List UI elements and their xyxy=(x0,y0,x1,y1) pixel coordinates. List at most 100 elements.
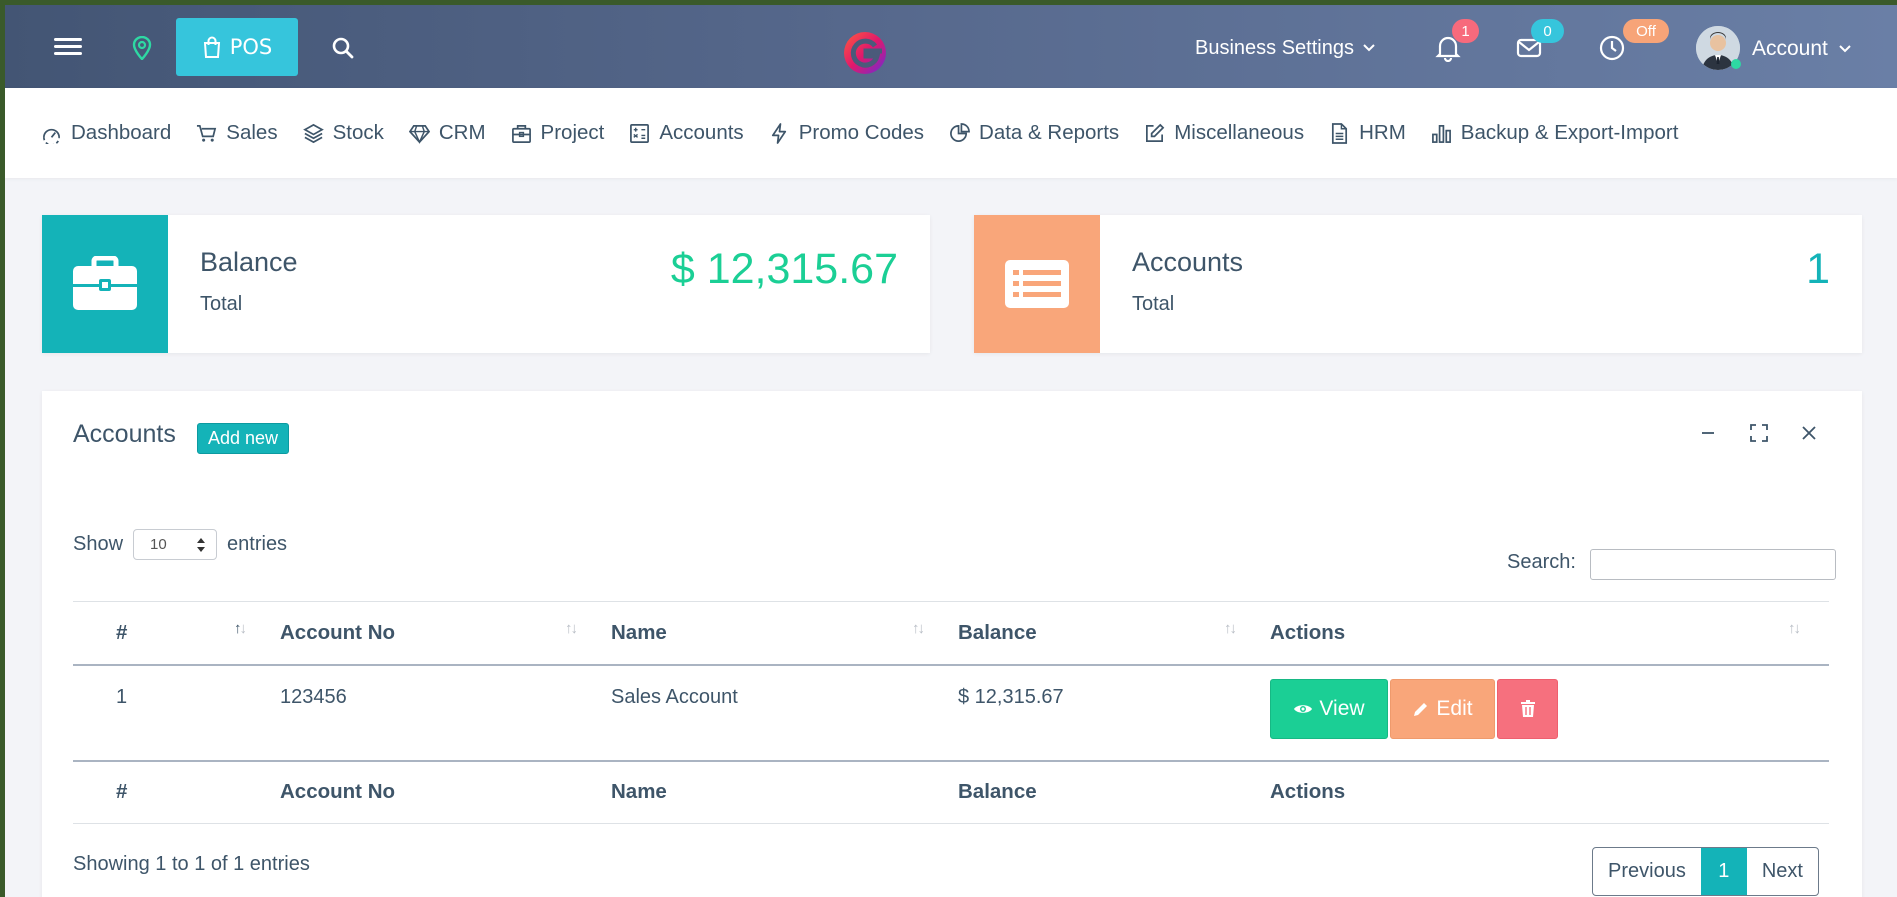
cell-name: Sales Account xyxy=(611,685,738,708)
accounts-subtitle: Total xyxy=(1132,293,1175,315)
online-status-dot xyxy=(1731,59,1741,69)
column-header-balance[interactable]: Balance ↑↓ xyxy=(953,601,1265,666)
edit-label: Edit xyxy=(1436,696,1473,720)
document-icon xyxy=(1332,122,1348,144)
sort-icon: ↑↓ xyxy=(565,620,578,637)
footer-name: Name xyxy=(606,759,953,824)
cell-balance: $ 12,315.67 xyxy=(958,685,1064,708)
menu-item-label: Promo Codes xyxy=(798,121,925,144)
menu-item-accounts[interactable]: Accounts xyxy=(629,121,744,145)
page-length-value: 10 xyxy=(150,536,167,553)
pie-chart-icon xyxy=(950,122,970,142)
menu-item-hrm[interactable]: HRM xyxy=(1329,121,1406,145)
column-header-name[interactable]: Name ↑↓ xyxy=(606,601,953,666)
briefcase-icon xyxy=(42,215,168,353)
next-page-button[interactable]: Next xyxy=(1747,848,1818,895)
menu-item-stock[interactable]: Stock xyxy=(302,121,384,145)
search-icon[interactable] xyxy=(330,35,356,61)
page-length-select[interactable]: 10 xyxy=(133,529,218,560)
balance-subtitle: Total xyxy=(200,293,243,315)
balance-title: Balance xyxy=(200,247,298,277)
column-header-actions[interactable]: Actions ↑↓ xyxy=(1265,601,1829,666)
cart-icon xyxy=(197,124,217,142)
menu-item-label: Project xyxy=(540,121,605,144)
fullscreen-icon[interactable] xyxy=(1747,421,1771,445)
menu-toggle-icon[interactable] xyxy=(53,31,83,61)
table-row: 1 123456 Sales Account $ 12,315.67 View … xyxy=(73,665,1829,761)
footer-balance: Balance xyxy=(953,759,1265,824)
cell-account-no: 123456 xyxy=(280,685,347,708)
app-window: POS Business Settings 1 0 Off Account Da… xyxy=(5,5,1897,897)
menu-item-label: Dashboard xyxy=(71,121,172,144)
pencil-icon xyxy=(1414,702,1428,716)
menu-item-label: HRM xyxy=(1359,121,1406,144)
menu-item-label: Stock xyxy=(332,121,384,144)
account-label: Account xyxy=(1752,37,1828,60)
business-settings-dropdown[interactable]: Business Settings xyxy=(1195,33,1376,63)
footer-actions: Actions xyxy=(1265,759,1829,824)
page-length-control: Show 10 entries xyxy=(73,529,287,560)
layers-icon xyxy=(302,123,324,143)
chevron-down-icon xyxy=(1363,44,1375,52)
accounts-panel: Accounts Add new Show 10 entries Search:… xyxy=(42,391,1862,897)
menu-item-label: Backup & Export-Import xyxy=(1460,121,1679,144)
balance-value: $ 12,315.67 xyxy=(670,245,898,293)
diamond-icon xyxy=(408,124,430,144)
brand-logo[interactable] xyxy=(841,29,889,77)
sort-icon: ↑↓ xyxy=(234,620,247,637)
column-header-index[interactable]: # ↑↓ xyxy=(73,601,275,666)
menu-item-backup-export-import[interactable]: Backup & Export-Import xyxy=(1431,121,1679,145)
view-label: View xyxy=(1319,696,1365,720)
notification-count-badge: 1 xyxy=(1452,19,1479,43)
clock-status-badge: Off xyxy=(1623,19,1669,43)
menu-item-label: Sales xyxy=(226,121,278,144)
edit-icon xyxy=(1146,123,1165,142)
sort-icon: ↑↓ xyxy=(912,620,925,637)
business-settings-label: Business Settings xyxy=(1195,36,1354,59)
accounts-value: 1 xyxy=(1806,245,1830,293)
show-label: Show xyxy=(73,533,124,555)
menu-item-label: Data & Reports xyxy=(979,121,1120,144)
sort-arrows-icon xyxy=(197,537,206,552)
message-count-badge: 0 xyxy=(1531,19,1564,43)
menu-item-sales[interactable]: Sales xyxy=(196,121,278,145)
previous-page-button[interactable]: Previous xyxy=(1593,848,1701,895)
table-info: Showing 1 to 1 of 1 entries xyxy=(73,853,310,875)
top-navbar: POS Business Settings 1 0 Off Account xyxy=(5,5,1897,88)
chevron-down-icon xyxy=(1839,45,1851,53)
avatar[interactable] xyxy=(1695,25,1741,71)
menu-item-dashboard[interactable]: Dashboard xyxy=(41,121,171,145)
column-header-account-no[interactable]: Account No ↑↓ xyxy=(275,601,606,666)
search-input[interactable] xyxy=(1590,549,1836,580)
dashboard-icon xyxy=(43,128,60,144)
bolt-icon xyxy=(771,122,786,144)
close-icon[interactable] xyxy=(1797,421,1821,445)
clock-icon[interactable] xyxy=(1597,33,1627,63)
bar-chart-icon xyxy=(1431,124,1451,143)
add-new-button[interactable]: Add new xyxy=(197,423,290,454)
sort-icon: ↑↓ xyxy=(1788,620,1801,637)
cell-actions: View Edit xyxy=(1265,665,1829,761)
accounts-title: Accounts xyxy=(1132,247,1244,277)
footer-account-no: Account No xyxy=(275,759,606,824)
account-dropdown[interactable]: Account xyxy=(1752,37,1852,61)
menu-item-promo-codes[interactable]: Promo Codes xyxy=(769,121,924,145)
cell-index: 1 xyxy=(116,685,128,708)
main-menu: Dashboard Sales Stock CRM Project Accoun… xyxy=(5,88,1897,178)
accounts-card: Accounts Total 1 xyxy=(974,215,1862,353)
search-label: Search: xyxy=(1507,551,1576,573)
view-button[interactable]: View xyxy=(1270,678,1388,739)
page-1-button[interactable]: 1 xyxy=(1700,848,1747,895)
menu-item-label: Miscellaneous xyxy=(1174,121,1305,144)
menu-item-miscellaneous[interactable]: Miscellaneous xyxy=(1144,121,1304,145)
pos-button[interactable]: POS xyxy=(176,18,298,76)
edit-button[interactable]: Edit xyxy=(1390,678,1495,739)
minimize-icon[interactable] xyxy=(1696,421,1720,445)
pos-label: POS xyxy=(229,35,273,59)
menu-item-project[interactable]: Project xyxy=(511,121,605,145)
delete-button[interactable] xyxy=(1497,678,1558,739)
location-icon[interactable] xyxy=(131,35,153,61)
list-icon xyxy=(974,215,1100,353)
menu-item-data-reports[interactable]: Data & Reports xyxy=(949,121,1119,145)
menu-item-crm[interactable]: CRM xyxy=(408,121,486,145)
